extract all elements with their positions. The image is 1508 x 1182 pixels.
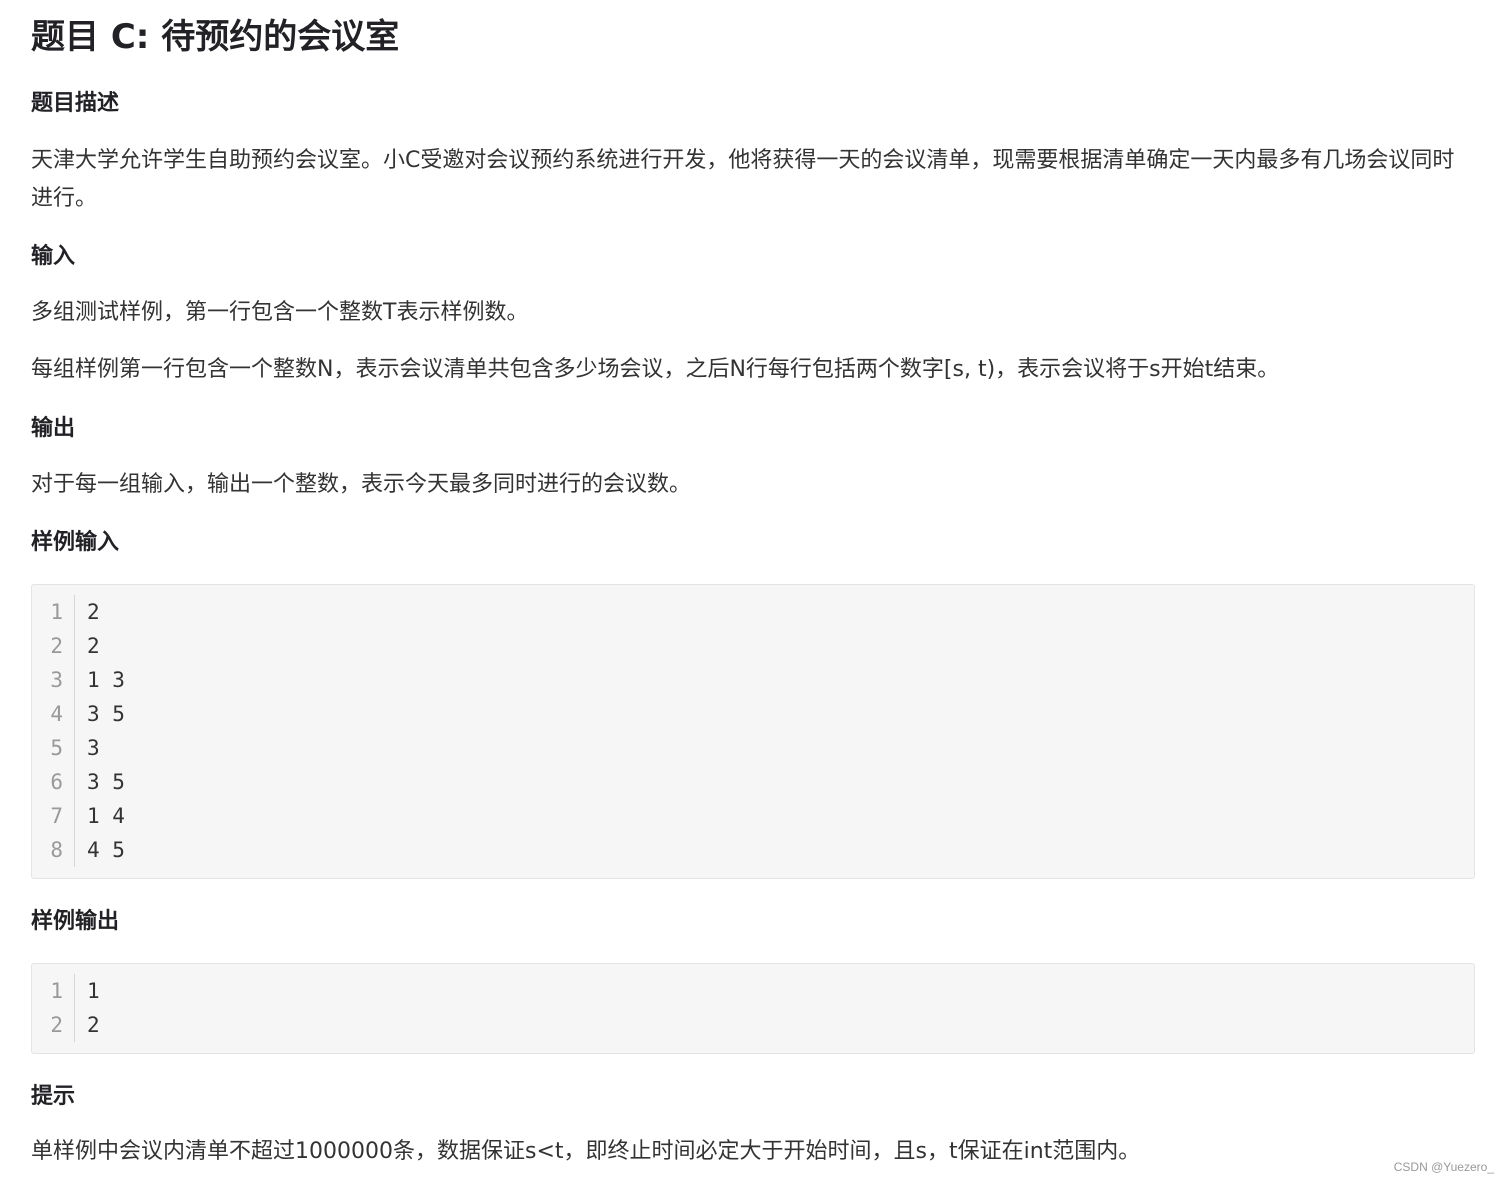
sample-input-heading: 样例输入 — [31, 530, 120, 555]
code-line: 2 — [87, 600, 100, 624]
line-number: 7 — [50, 804, 63, 828]
code-content: 12 — [87, 974, 100, 1042]
input-heading: 输入 — [31, 244, 76, 269]
code-line: 1 4 — [87, 804, 125, 828]
line-number: 1 — [50, 600, 63, 624]
code-content: 2 2 1 3 3 5 3 3 5 1 4 4 5 — [87, 595, 125, 867]
line-number: 6 — [50, 770, 63, 794]
code-line: 1 — [87, 979, 100, 1003]
input-text-2: 每组样例第一行包含一个整数N，表示会议清单共包含多少场会议，之后N行每行包括两个… — [31, 357, 1280, 382]
code-line: 2 — [87, 1013, 100, 1037]
code-line: 3 5 — [87, 770, 125, 794]
page-title: 题目 C: 待预约的会议室 — [31, 17, 400, 57]
code-line: 2 — [87, 634, 100, 658]
sample-output-heading: 样例输出 — [31, 909, 120, 934]
line-number: 2 — [50, 1013, 63, 1037]
line-number: 5 — [50, 736, 63, 760]
line-number: 8 — [50, 838, 63, 862]
code-line: 3 — [87, 736, 100, 760]
sample-input-code-block[interactable]: 12345678 221 33 533 51 44 5 — [31, 584, 1475, 879]
sample-output-code-block[interactable]: 12 12 — [31, 963, 1475, 1054]
line-number: 1 — [50, 979, 63, 1003]
input-text-1: 多组测试样例，第一行包含一个整数T表示样例数。 — [31, 300, 529, 325]
description-text: 天津大学允许学生自助预约会议室。小C受邀对会议预约系统进行开发，他将获得一天的会… — [31, 148, 1455, 211]
line-number-gutter: 1 2 3 4 5 6 7 8 — [32, 595, 75, 867]
line-number: 2 — [50, 634, 63, 658]
hint-text: 单样例中会议内清单不超过1000000条，数据保证s<t，即终止时间必定大于开始… — [31, 1139, 1141, 1164]
code-line: 1 3 — [87, 668, 125, 692]
hint-heading: 提示 — [31, 1084, 76, 1109]
watermark: CSDN @Yuezero_ — [1393, 1160, 1494, 1174]
output-text: 对于每一组输入，输出一个整数，表示今天最多同时进行的会议数。 — [31, 472, 692, 497]
line-number-gutter: 12 — [32, 974, 75, 1042]
output-heading: 输出 — [31, 416, 76, 441]
description-heading: 题目描述 — [31, 91, 120, 116]
code-line: 4 5 — [87, 838, 125, 862]
line-number: 4 — [50, 702, 63, 726]
line-number: 3 — [50, 668, 63, 692]
code-line: 3 5 — [87, 702, 125, 726]
